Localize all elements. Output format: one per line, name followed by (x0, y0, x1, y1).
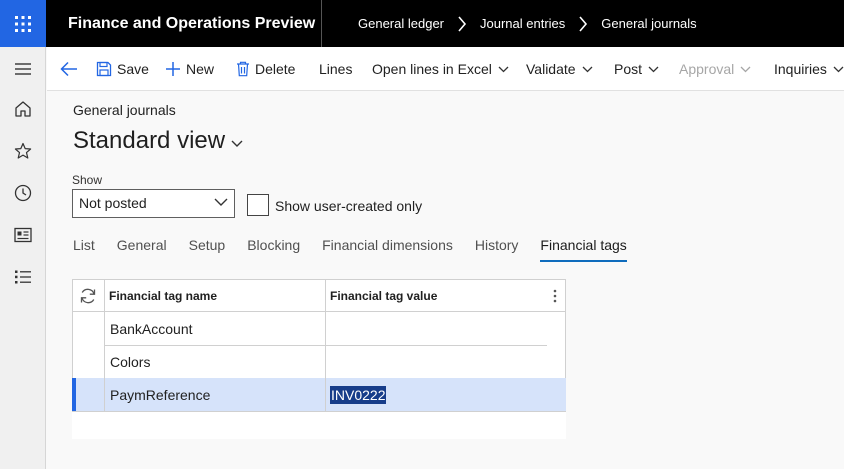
post-menu[interactable]: Post (614, 47, 659, 91)
action-pane: Save New Delete Lines Open lines in Exce… (47, 47, 844, 91)
nav-favorites-button[interactable] (0, 131, 46, 171)
financial-tag-value-input[interactable]: INV0222 (326, 378, 547, 411)
new-label: New (186, 61, 215, 77)
table-row[interactable]: BankAccount (72, 312, 566, 346)
topbar-divider (321, 0, 322, 47)
breadcrumb-item-journal-entries[interactable]: Journal entries (480, 16, 565, 31)
financial-tag-name-cell[interactable]: BankAccount (105, 312, 326, 345)
view-selector[interactable]: Standard view (73, 127, 243, 155)
nav-modules-button[interactable] (0, 257, 46, 297)
breadcrumb: General ledger Journal entries General j… (358, 0, 697, 47)
chevron-down-icon (498, 66, 509, 72)
inquiries-menu[interactable]: Inquiries (774, 47, 844, 91)
left-navigation-rail (0, 47, 46, 469)
page-caption: General journals (73, 102, 176, 118)
tab-financial-dimensions[interactable]: Financial dimensions (322, 236, 453, 262)
grid-header: Financial tag name Financial tag value (72, 279, 566, 312)
refresh-icon (80, 288, 96, 303)
show-dropdown-value: Not posted (79, 195, 147, 211)
column-header-financial-tag-value[interactable]: Financial tag value (326, 279, 526, 312)
show-dropdown[interactable]: Not posted (72, 189, 235, 218)
chevron-down-icon (214, 198, 228, 206)
selected-row-indicator (72, 378, 76, 411)
back-button[interactable] (55, 55, 83, 83)
arrow-left-icon (60, 61, 77, 77)
chevron-right-icon (565, 15, 601, 32)
grid-options-button[interactable] (548, 287, 562, 305)
breadcrumb-item-general-journals[interactable]: General journals (601, 16, 696, 31)
nav-expand-button[interactable] (0, 49, 46, 89)
app-launcher-button[interactable] (0, 0, 46, 47)
selected-text: INV0222 (330, 386, 387, 404)
page-title: Standard view (73, 127, 226, 154)
show-user-created-label[interactable]: Show user-created only (275, 198, 422, 214)
refresh-button[interactable] (72, 279, 105, 312)
row-selector[interactable] (72, 312, 105, 345)
column-header-financial-tag-name[interactable]: Financial tag name (105, 279, 326, 312)
row-selector[interactable] (72, 378, 105, 411)
save-label: Save (117, 61, 149, 77)
new-button[interactable]: New (165, 47, 214, 91)
clock-icon (14, 184, 32, 202)
financial-tag-value-cell[interactable] (326, 312, 547, 345)
save-icon (96, 61, 112, 77)
nav-home-button[interactable] (0, 89, 46, 129)
tab-setup[interactable]: Setup (189, 236, 226, 262)
show-user-created-checkbox[interactable] (247, 194, 269, 216)
tab-financial-tags[interactable]: Financial tags (540, 236, 628, 262)
tab-strip: List General Setup Blocking Financial di… (73, 236, 649, 264)
financial-tag-name-cell[interactable]: Colors (105, 345, 326, 378)
tab-history[interactable]: History (475, 236, 519, 262)
inquiries-label: Inquiries (774, 61, 827, 77)
financial-tag-value-cell[interactable] (326, 345, 547, 378)
chevron-right-icon (444, 15, 480, 32)
open-excel-label: Open lines in Excel (372, 61, 492, 77)
chevron-down-icon (740, 66, 751, 72)
save-button[interactable]: Save (96, 47, 149, 91)
validate-label: Validate (526, 61, 576, 77)
validate-menu[interactable]: Validate (526, 47, 593, 91)
delete-button[interactable]: Delete (236, 47, 295, 91)
breadcrumb-item-general-ledger[interactable]: General ledger (358, 16, 444, 31)
open-lines-in-excel-menu[interactable]: Open lines in Excel (372, 47, 509, 91)
chevron-down-icon (231, 140, 243, 147)
chevron-down-icon (833, 66, 844, 72)
chevron-down-icon (582, 66, 593, 72)
lines-label: Lines (319, 61, 353, 77)
tab-list[interactable]: List (73, 236, 95, 262)
table-row-selected[interactable]: PaymReference INV0222 (72, 378, 566, 411)
nav-workspaces-button[interactable] (0, 215, 46, 255)
table-row[interactable]: Colors (72, 345, 566, 379)
top-navigation-bar: Finance and Operations Preview General l… (0, 0, 844, 47)
nav-recent-button[interactable] (0, 173, 46, 213)
app-title[interactable]: Finance and Operations Preview (68, 0, 315, 47)
tab-blocking[interactable]: Blocking (247, 236, 300, 262)
trash-icon (237, 61, 249, 77)
row-selector[interactable] (72, 345, 105, 378)
tab-general[interactable]: General (117, 236, 167, 262)
home-icon (15, 101, 31, 117)
hamburger-icon (15, 63, 31, 75)
more-vertical-icon (553, 289, 557, 303)
list-icon (15, 270, 31, 284)
star-icon (14, 142, 32, 159)
approval-menu[interactable]: Approval (679, 47, 751, 91)
chevron-down-icon (648, 66, 659, 72)
post-label: Post (614, 61, 643, 77)
show-label: Show (72, 173, 103, 187)
delete-label: Delete (255, 61, 296, 77)
approval-label: Approval (679, 61, 735, 77)
financial-tag-name-cell[interactable]: PaymReference (105, 378, 326, 411)
lines-button[interactable]: Lines (319, 47, 352, 91)
workspace-icon (14, 227, 32, 243)
waffle-icon (15, 15, 31, 32)
financial-tags-grid: Financial tag name Financial tag value B… (72, 279, 566, 439)
plus-icon (166, 62, 180, 76)
